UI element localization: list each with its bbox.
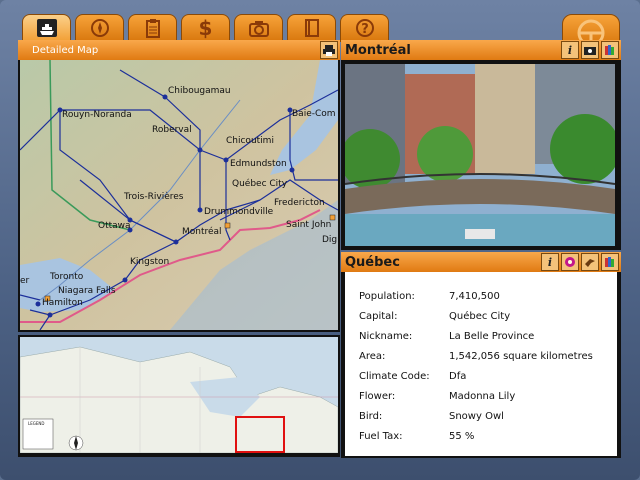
tab-clipboard[interactable] bbox=[128, 14, 177, 42]
table-row: Climate Code: Dfa bbox=[359, 370, 467, 382]
table-row: Area: 1,542,056 square kilometres bbox=[359, 350, 593, 362]
map-label: Toronto bbox=[49, 272, 84, 282]
info-button[interactable]: i bbox=[561, 41, 579, 59]
print-button[interactable] bbox=[320, 41, 338, 59]
map-label: Edmundston bbox=[230, 159, 287, 169]
camera-icon bbox=[248, 21, 269, 37]
tab-dollar[interactable]: $ bbox=[181, 14, 230, 42]
map-label: Kingston bbox=[130, 257, 169, 267]
printer-icon bbox=[323, 45, 335, 56]
detailed-map[interactable]: Chibougamau Rouyn-Noranda Roberval Baie-… bbox=[20, 60, 338, 330]
city-photo-panel: Montréal i bbox=[341, 40, 621, 250]
map-label: Saint John bbox=[286, 220, 331, 230]
province-title: Québec bbox=[345, 254, 400, 270]
flower-button[interactable] bbox=[561, 253, 579, 271]
city-title: Montréal bbox=[345, 42, 411, 58]
table-row: Bird: Snowy Owl bbox=[359, 410, 504, 422]
map-label: Dig bbox=[322, 235, 337, 245]
tab-camera[interactable] bbox=[234, 14, 283, 42]
map-label: Trois-Rivières bbox=[123, 191, 184, 202]
map-titlebar: Detailed Map bbox=[18, 40, 340, 60]
info-titlebar: Québec i bbox=[341, 252, 621, 272]
top-tab-bar: $ ? bbox=[22, 14, 389, 42]
table-row: Fuel Tax: 55 % bbox=[359, 430, 475, 442]
tab-compass[interactable] bbox=[75, 14, 124, 42]
overview-map[interactable]: LEGEND bbox=[20, 337, 338, 453]
province-info-panel: Québec i Population: 7,410,500 Capital: Qu… bbox=[341, 252, 621, 458]
facts-table: Population: 7,410,500 Capital: Québec City… bbox=[359, 286, 593, 446]
map-label: Roberval bbox=[152, 125, 192, 135]
dollar-icon: $ bbox=[198, 16, 213, 40]
map-label: Niagara Falls bbox=[58, 286, 116, 296]
map-label: Hamilton bbox=[42, 298, 83, 308]
info-icon: i bbox=[547, 255, 553, 269]
photo-titlebar: Montréal i bbox=[341, 40, 621, 60]
province-facts: Population: 7,410,500 Capital: Québec City… bbox=[345, 272, 617, 456]
compass-rose-icon bbox=[68, 435, 84, 451]
tab-notebook[interactable] bbox=[287, 14, 336, 42]
info-icon: i bbox=[567, 43, 573, 57]
tab-help[interactable]: ? bbox=[340, 14, 389, 42]
overview-map-panel: LEGEND bbox=[18, 335, 340, 457]
city-photo bbox=[345, 64, 615, 246]
books-icon bbox=[605, 45, 614, 55]
table-row: Nickname: La Belle Province bbox=[359, 330, 535, 342]
map-label: Ottawa bbox=[98, 221, 131, 231]
books-button[interactable] bbox=[601, 253, 619, 271]
map-label: Chicoutimi bbox=[226, 136, 274, 146]
svg-text:?: ? bbox=[361, 22, 369, 37]
tab-ship[interactable] bbox=[22, 14, 71, 42]
map-label: Fredericton bbox=[274, 198, 325, 208]
minimap-legend-title: LEGEND bbox=[28, 421, 44, 426]
compass-icon bbox=[90, 19, 109, 37]
bird-button[interactable] bbox=[581, 253, 599, 271]
ship-icon bbox=[36, 19, 57, 37]
map-title: Detailed Map bbox=[32, 44, 99, 56]
books-button[interactable] bbox=[601, 41, 619, 59]
map-label: Drummondville bbox=[204, 207, 274, 217]
map-label: Montréal bbox=[182, 226, 222, 237]
bird-icon bbox=[585, 259, 595, 267]
clipboard-icon bbox=[145, 19, 160, 38]
map-label: Rouyn-Noranda bbox=[62, 110, 132, 120]
help-icon: ? bbox=[355, 19, 374, 37]
camera-icon bbox=[584, 47, 596, 55]
table-row: Population: 7,410,500 bbox=[359, 290, 500, 302]
map-label: Chibougamau bbox=[168, 86, 231, 96]
table-row: Flower: Madonna Lily bbox=[359, 390, 516, 402]
map-label: er bbox=[20, 276, 30, 286]
camera-gallery-button[interactable] bbox=[581, 41, 599, 59]
table-row: Capital: Québec City bbox=[359, 310, 511, 322]
map-label: Québec City bbox=[232, 178, 288, 189]
books-icon bbox=[605, 257, 614, 267]
flower-icon bbox=[565, 257, 575, 267]
notebook-icon bbox=[304, 19, 319, 37]
info-button[interactable]: i bbox=[541, 253, 559, 271]
detailed-map-panel: Detailed Map Chibougamau Rouyn-Noranda R… bbox=[18, 40, 340, 332]
map-label: Baie-Com bbox=[292, 109, 336, 119]
